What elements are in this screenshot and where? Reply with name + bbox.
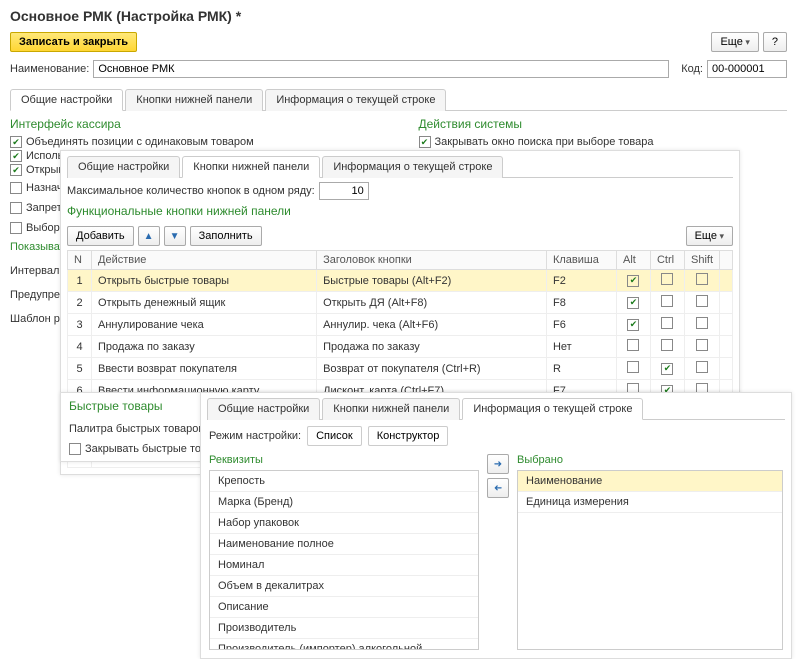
fill-button[interactable]: Заполнить	[190, 226, 262, 246]
checkbox[interactable]	[696, 273, 708, 285]
table-row[interactable]: 3Аннулирование чекаАннулир. чека (Alt+F6…	[68, 314, 733, 336]
name-label: Наименование:	[10, 63, 89, 75]
move-right-icon[interactable]: ➜	[487, 454, 509, 474]
mode-constructor-button[interactable]: Конструктор	[368, 426, 449, 446]
save-close-button[interactable]: Записать и закрыть	[10, 32, 137, 52]
page-title: Основное РМК (Настройка РМК) *	[0, 0, 797, 30]
list-item[interactable]: Наименование	[518, 471, 782, 492]
selected-title: Выбрано	[517, 454, 783, 466]
checkbox[interactable]	[696, 361, 708, 373]
palette-label: Палитра быстрых товаров:	[69, 423, 207, 435]
table-row[interactable]: 2Открыть денежный ящикОткрыть ДЯ (Alt+F8…	[68, 292, 733, 314]
checkbox[interactable]	[661, 295, 673, 307]
code-label: Код:	[681, 63, 703, 75]
mode-label: Режим настройки:	[209, 430, 301, 442]
chk-pack-select[interactable]	[10, 222, 22, 234]
checkbox[interactable]	[627, 319, 639, 331]
max-buttons-input[interactable]	[319, 182, 369, 200]
main-tabs: Общие настройки Кнопки нижней панели Инф…	[10, 88, 787, 111]
p2-more-button[interactable]: Еще	[686, 226, 733, 246]
table-row[interactable]: 1Открыть быстрые товарыБыстрые товары (A…	[68, 270, 733, 292]
chk-open-bottom[interactable]	[10, 164, 22, 176]
p2-tab-general[interactable]: Общие настройки	[67, 156, 180, 178]
list-item[interactable]: Номинал	[210, 555, 478, 576]
checkbox[interactable]	[627, 275, 639, 287]
more-button[interactable]: Еще	[711, 32, 758, 52]
requisites-list[interactable]: КрепостьМарка (Бренд)Набор упаковокНаиме…	[209, 470, 479, 650]
move-left-icon[interactable]: ➜	[487, 478, 509, 498]
p4-tab-buttons[interactable]: Кнопки нижней панели	[322, 398, 460, 420]
chk-merge-positions[interactable]	[10, 136, 22, 148]
cashier-ui-title: Интерфейс кассира	[10, 117, 379, 131]
checkbox[interactable]	[661, 317, 673, 329]
p2-tab-buttons[interactable]: Кнопки нижней панели	[182, 156, 320, 178]
checkbox[interactable]	[627, 361, 639, 373]
chk-advanced-buttons[interactable]	[10, 150, 22, 162]
chk-close-search[interactable]	[419, 136, 431, 148]
code-input[interactable]	[707, 60, 787, 78]
move-up-icon[interactable]: ▲	[138, 226, 160, 246]
chk-label: Объединять позиции с одинаковым товаром	[26, 136, 254, 148]
table-row[interactable]: 5Ввести возврат покупателяВозврат от пок…	[68, 358, 733, 380]
mode-list-button[interactable]: Список	[307, 426, 362, 446]
add-button[interactable]: Добавить	[67, 226, 134, 246]
row-info-pane: Общие настройки Кнопки нижней панели Инф…	[200, 392, 792, 659]
list-item[interactable]: Единица измерения	[518, 492, 782, 513]
system-actions-title: Действия системы	[419, 117, 788, 131]
list-item[interactable]: Производитель	[210, 618, 478, 639]
p4-tab-general[interactable]: Общие настройки	[207, 398, 320, 420]
checkbox[interactable]	[661, 273, 673, 285]
checkbox[interactable]	[627, 297, 639, 309]
list-item[interactable]: Описание	[210, 597, 478, 618]
table-row[interactable]: 4Продажа по заказуПродажа по заказуНет	[68, 336, 733, 358]
chk-close-fast-goods[interactable]	[69, 443, 81, 455]
checkbox[interactable]	[696, 295, 708, 307]
name-input[interactable]	[93, 60, 669, 78]
main-toolbar: Записать и закрыть Еще ?	[0, 30, 797, 58]
list-item[interactable]: Марка (Бренд)	[210, 492, 478, 513]
move-down-icon[interactable]: ▼	[164, 226, 186, 246]
tab-current-row-info[interactable]: Информация о текущей строке	[265, 89, 446, 111]
max-buttons-label: Максимальное количество кнопок в одном р…	[67, 185, 315, 197]
list-item[interactable]: Объем в декалитрах	[210, 576, 478, 597]
p2-tab-rowinfo[interactable]: Информация о текущей строке	[322, 156, 503, 178]
checkbox[interactable]	[661, 363, 673, 375]
list-item[interactable]: Крепость	[210, 471, 478, 492]
tab-bottom-buttons[interactable]: Кнопки нижней панели	[125, 89, 263, 111]
help-button[interactable]: ?	[763, 32, 787, 52]
list-item[interactable]: Набор упаковок	[210, 513, 478, 534]
requisites-title: Реквизиты	[209, 454, 479, 466]
tab-general[interactable]: Общие настройки	[10, 89, 123, 111]
chk-label: Закрывать окно поиска при выборе товара	[435, 136, 654, 148]
list-item[interactable]: Наименование полное	[210, 534, 478, 555]
chk-assign[interactable]	[10, 182, 22, 194]
name-row: Наименование: Код:	[0, 58, 797, 84]
p4-tab-rowinfo[interactable]: Информация о текущей строке	[462, 398, 643, 420]
func-buttons-title: Функциональные кнопки нижней панели	[67, 204, 739, 218]
checkbox[interactable]	[661, 339, 673, 351]
chk-forbid[interactable]	[10, 202, 22, 214]
checkbox[interactable]	[696, 317, 708, 329]
checkbox[interactable]	[696, 339, 708, 351]
checkbox[interactable]	[627, 339, 639, 351]
selected-list[interactable]: НаименованиеЕдиница измерения	[517, 470, 783, 650]
